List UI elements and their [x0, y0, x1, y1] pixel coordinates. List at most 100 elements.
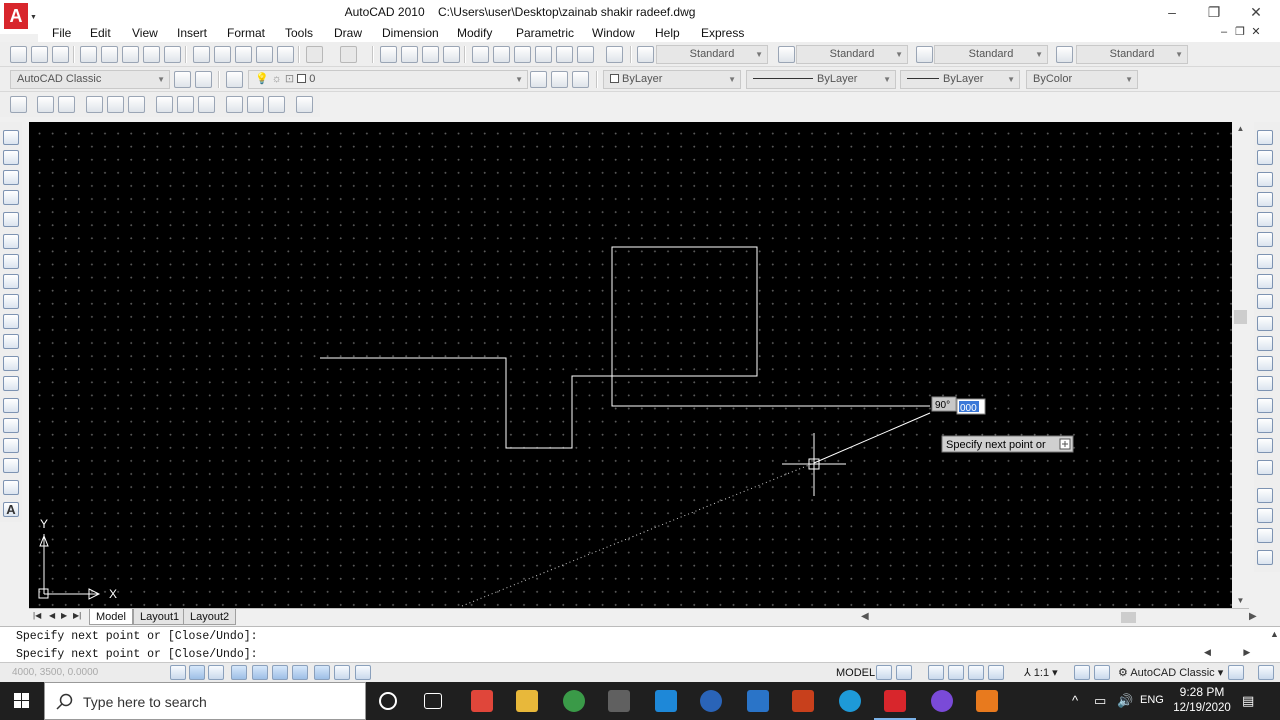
- stretch-icon[interactable]: [1257, 294, 1273, 309]
- tool-palettes-icon[interactable]: [514, 46, 531, 63]
- menu-view[interactable]: View: [132, 26, 158, 40]
- menu-express[interactable]: Express: [701, 26, 744, 40]
- first-tab-icon[interactable]: |◀: [33, 611, 41, 620]
- table-style-icon[interactable]: [916, 46, 933, 63]
- dynamic-ucs-icon[interactable]: [314, 665, 330, 680]
- application-menu-button[interactable]: A ▼: [0, 0, 38, 34]
- layer-previous-icon[interactable]: [551, 71, 568, 88]
- clean-screen-icon[interactable]: [1258, 665, 1274, 680]
- continue-dimension-icon[interactable]: [247, 96, 264, 113]
- annotation-visibility-icon[interactable]: [1074, 665, 1090, 680]
- plot-preview-icon[interactable]: [101, 46, 118, 63]
- command-scroll-up-icon[interactable]: ▲: [1270, 629, 1279, 639]
- toolbar-lock-icon[interactable]: [1228, 665, 1244, 680]
- draw-order-back-icon[interactable]: [1257, 528, 1273, 543]
- ordinate-dimension-icon[interactable]: [86, 96, 103, 113]
- task-view-icon[interactable]: [424, 693, 442, 709]
- draw-order-front-icon[interactable]: [1257, 508, 1273, 523]
- grid-display-icon[interactable]: [208, 665, 224, 680]
- multileader-style-select[interactable]: Standard ▼: [1076, 45, 1188, 64]
- dimension-style-icon[interactable]: [778, 46, 795, 63]
- zoom-realtime-icon[interactable]: [401, 46, 418, 63]
- aligned-dimension-icon[interactable]: [37, 96, 54, 113]
- quick-view-drawings-icon[interactable]: [896, 665, 912, 680]
- minimize-button[interactable]: –: [1152, 2, 1192, 22]
- polar-tracking-icon[interactable]: [252, 665, 268, 680]
- ortho-mode-icon[interactable]: [231, 665, 247, 680]
- baseline-dimension-icon[interactable]: [226, 96, 243, 113]
- quick-dimension-icon[interactable]: [198, 96, 215, 113]
- volume-icon[interactable]: 🔊: [1117, 693, 1133, 709]
- design-center-icon[interactable]: [493, 46, 510, 63]
- copy-object-icon[interactable]: [1257, 150, 1273, 165]
- angular-dimension-icon[interactable]: [177, 96, 194, 113]
- file-explorer-icon[interactable]: [516, 690, 538, 712]
- winrar-icon[interactable]: [792, 690, 814, 712]
- rotate-icon[interactable]: [1257, 254, 1273, 269]
- coordinate-readout[interactable]: 4000, 3500, 0.0000: [12, 667, 98, 678]
- gradient-icon[interactable]: [3, 438, 19, 453]
- pan-icon[interactable]: [380, 46, 397, 63]
- zoom-status-icon[interactable]: [948, 665, 964, 680]
- command-prompt[interactable]: Specify next point or [Close/Undo]:: [16, 648, 258, 661]
- restore-button[interactable]: ❐: [1194, 2, 1234, 22]
- pan-status-icon[interactable]: [928, 665, 944, 680]
- scroll-thumb[interactable]: [1234, 310, 1247, 324]
- ellipse-icon[interactable]: [3, 314, 19, 329]
- qnew-icon[interactable]: [10, 46, 27, 63]
- horizontal-scroll-thumb[interactable]: [1121, 612, 1136, 623]
- workspace-switching[interactable]: ⚙ AutoCAD Classic ▾: [1118, 666, 1223, 679]
- text-style-select[interactable]: Standard ▼: [656, 45, 768, 64]
- layer-properties-icon[interactable]: [226, 71, 243, 88]
- layer-states-icon[interactable]: [572, 71, 589, 88]
- scale-icon[interactable]: [1257, 274, 1273, 289]
- workspace-select[interactable]: AutoCAD Classic ▼: [10, 70, 170, 89]
- undo-icon[interactable]: [306, 46, 323, 63]
- table-icon[interactable]: [3, 480, 19, 495]
- battery-icon[interactable]: ▭: [1094, 693, 1106, 709]
- menu-tools[interactable]: Tools: [285, 26, 313, 40]
- notification-icon[interactable]: ▤: [1242, 693, 1254, 709]
- join-icon[interactable]: [1257, 398, 1273, 413]
- arc-icon[interactable]: [3, 234, 19, 249]
- tolerance-icon[interactable]: [296, 96, 313, 113]
- menu-edit[interactable]: Edit: [90, 26, 111, 40]
- clock-time[interactable]: 9:28 PM: [1172, 685, 1232, 699]
- make-block-icon[interactable]: [3, 376, 19, 391]
- multileader-style-icon[interactable]: [1056, 46, 1073, 63]
- offset-icon[interactable]: [1257, 192, 1273, 207]
- construction-line-icon[interactable]: [3, 150, 19, 165]
- region-icon[interactable]: [3, 458, 19, 473]
- menu-dimension[interactable]: Dimension: [382, 26, 439, 40]
- save-icon[interactable]: [52, 46, 69, 63]
- multiline-text-icon[interactable]: A: [3, 502, 19, 517]
- snap-mode-icon[interactable]: [189, 665, 205, 680]
- auto-scale-icon[interactable]: [1094, 665, 1110, 680]
- cut-icon[interactable]: [193, 46, 210, 63]
- circle-icon[interactable]: [3, 254, 19, 269]
- linear-dimension-icon[interactable]: [10, 96, 27, 113]
- ellipse-arc-icon[interactable]: [3, 334, 19, 349]
- autocad-taskbar-icon[interactable]: [884, 690, 906, 712]
- vertical-scrollbar[interactable]: ▲ ▼: [1232, 122, 1249, 608]
- help-icon[interactable]: [606, 46, 623, 63]
- media-app-icon[interactable]: [976, 690, 998, 712]
- scroll-up-icon[interactable]: ▲: [1232, 124, 1249, 133]
- publish-icon[interactable]: [122, 46, 139, 63]
- insert-block-icon[interactable]: [3, 356, 19, 371]
- scroll-left-icon[interactable]: ◀: [861, 611, 869, 622]
- workspace-save-icon[interactable]: [195, 71, 212, 88]
- sheet-set-icon[interactable]: [535, 46, 552, 63]
- dimension-style-select[interactable]: Standard ▼: [796, 45, 908, 64]
- workspace-settings-icon[interactable]: [174, 71, 191, 88]
- rectangle-icon[interactable]: [3, 212, 19, 227]
- language-indicator[interactable]: ENG: [1140, 694, 1164, 706]
- text-style-icon[interactable]: [637, 46, 654, 63]
- color-select[interactable]: ByLayer ▼: [603, 70, 741, 89]
- object-snap-icon[interactable]: [272, 665, 288, 680]
- explode-icon[interactable]: [1257, 460, 1273, 475]
- close-button[interactable]: ✕: [1236, 2, 1276, 22]
- menu-parametric[interactable]: Parametric: [516, 26, 574, 40]
- tab-layout2[interactable]: Layout2: [183, 609, 237, 625]
- doc-minimize-button[interactable]: –: [1218, 25, 1230, 39]
